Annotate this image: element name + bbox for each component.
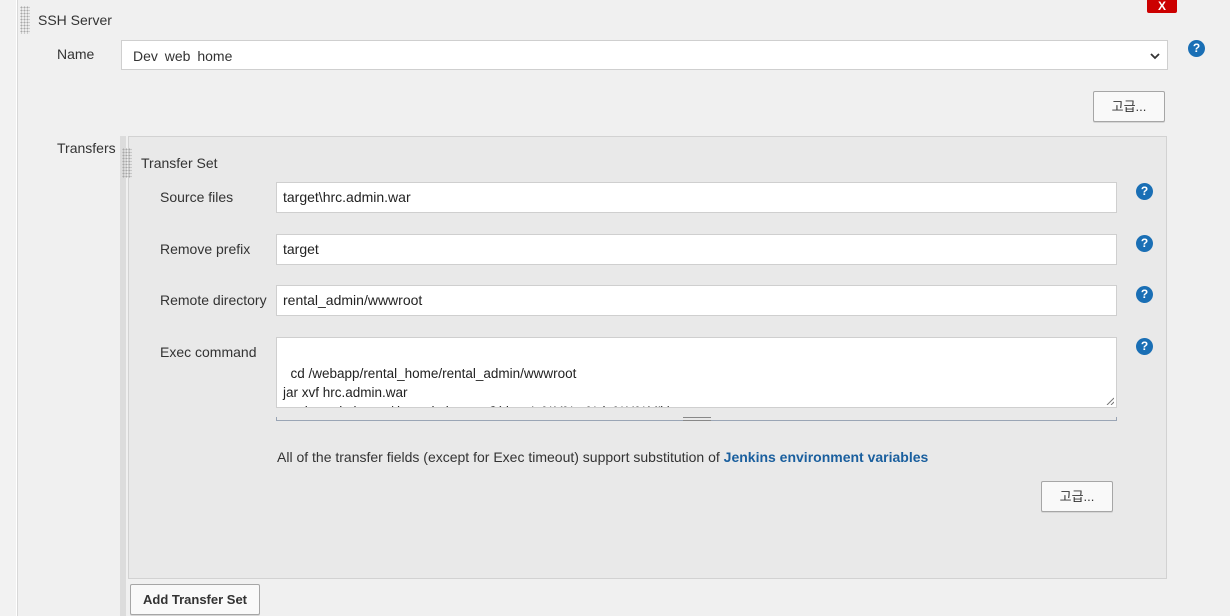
drag-handle-icon[interactable] [20,6,30,34]
help-icon[interactable]: ? [1136,338,1153,355]
delete-server-button[interactable]: X [1147,0,1177,13]
add-transfer-set-button[interactable]: Add Transfer Set [130,584,260,615]
help-icon[interactable]: ? [1136,235,1153,252]
drag-handle-icon[interactable] [122,148,132,178]
chevron-down-icon [1150,53,1160,60]
exec-command-label: Exec command [160,344,257,360]
ssh-advanced-button[interactable]: 고급... [1093,91,1165,122]
transfers-gutter [120,136,126,616]
remote-directory-label: Remote directory [160,292,267,308]
name-label: Name [57,46,95,62]
name-select[interactable]: Dev web home [121,40,1168,70]
info-text: All of the transfer fields (except for E… [277,449,724,465]
name-select-value: Dev web home [133,48,233,64]
help-icon[interactable]: ? [1136,286,1153,303]
transfer-advanced-button[interactable]: 고급... [1041,481,1113,512]
substitution-info: All of the transfer fields (except for E… [277,449,928,465]
textarea-expand-handle[interactable] [683,417,711,421]
help-icon[interactable]: ? [1136,183,1153,200]
env-vars-link[interactable]: Jenkins environment variables [724,449,929,465]
exec-command-textarea[interactable]: cd /webapp/rental_home/rental_admin/wwwr… [276,337,1117,408]
section-title: SSH Server [38,12,112,28]
left-gutter [0,0,16,616]
source-files-input[interactable]: target\hrc.admin.war [276,182,1117,213]
remote-directory-input[interactable]: rental_admin/wwwroot [276,285,1117,316]
transfers-label: Transfers [57,140,116,156]
resize-grip-icon[interactable] [1106,397,1114,405]
remove-prefix-label: Remove prefix [160,241,251,257]
help-icon[interactable]: ? [1188,40,1205,57]
transfer-set-title: Transfer Set [141,155,218,171]
exec-command-text: cd /webapp/rental_home/rental_admin/wwwr… [283,366,669,407]
remove-prefix-input[interactable]: target [276,234,1117,265]
source-files-label: Source files [160,189,234,205]
